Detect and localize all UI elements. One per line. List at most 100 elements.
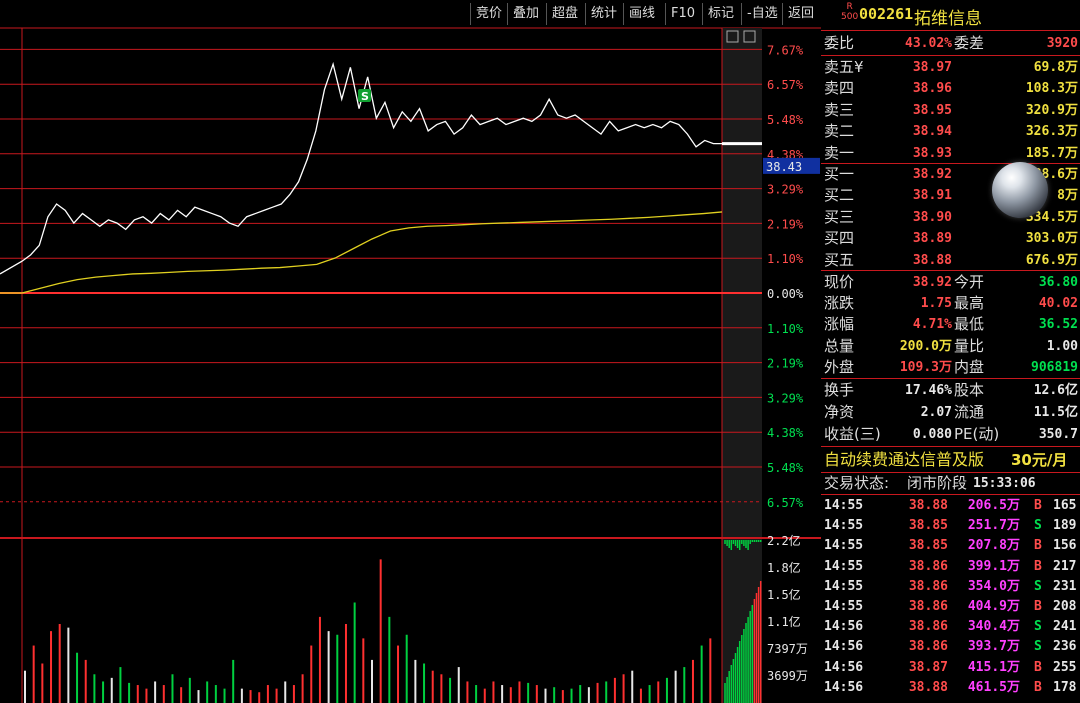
- average-line: [0, 211, 723, 294]
- pct-tick-label: 6.57%: [767, 78, 804, 92]
- tick-row: 14:56 38.86 340.4万 S 241: [821, 617, 1080, 637]
- ask-row[interactable]: 卖四 38.96 108.3万: [821, 78, 1080, 99]
- divider: [821, 378, 1080, 379]
- bid-label: 买四: [824, 229, 855, 248]
- bid-row[interactable]: 买五 38.88 676.9万: [821, 250, 1080, 271]
- quote-row: 涨跌 1.75 最高 40.02: [821, 293, 1080, 314]
- volume-tick-label: 1.5亿: [767, 587, 801, 602]
- promo-text: 自动续费通达信普及版: [824, 450, 985, 469]
- pct-tick-label: 6.57%: [767, 496, 804, 510]
- ask-row[interactable]: 卖五¥ 38.97 69.8万: [821, 57, 1080, 78]
- ask-price: 38.97: [912, 60, 952, 75]
- signal-marker-label: S: [361, 90, 369, 103]
- tick-row: 14:56 38.88 461.5万 B 178: [821, 678, 1080, 698]
- bid-volume: 8万: [1057, 188, 1078, 204]
- toolbar-button-overlay[interactable]: 叠加: [507, 3, 544, 25]
- fundamental-label: PE(动): [954, 425, 1000, 443]
- ask-label: 卖一: [824, 143, 855, 162]
- bid-label: 买五: [824, 250, 855, 269]
- stock-name: 拓维信息: [914, 9, 982, 29]
- pct-tick-label: 5.48%: [767, 461, 804, 475]
- pct-tick-label: 4.38%: [767, 426, 804, 440]
- tick-side: S: [1034, 639, 1042, 655]
- tick-row: 14:55 38.86 354.0万 S 231: [821, 577, 1080, 597]
- bid-row[interactable]: 买三 38.90 334.5万: [821, 207, 1080, 228]
- tick-count: 217: [1053, 558, 1077, 574]
- tick-side: S: [1034, 578, 1042, 594]
- tick-price: 38.88: [908, 679, 948, 695]
- pct-tick-label: 2.19%: [767, 357, 804, 371]
- ask-volume: 108.3万: [1025, 81, 1078, 97]
- pct-zero-label: 0.00%: [767, 287, 804, 301]
- toolbar-button-stats[interactable]: 统计: [585, 3, 622, 25]
- stock-code: 002261: [859, 5, 914, 23]
- divider: [821, 30, 1080, 31]
- ask-price: 38.95: [912, 102, 952, 118]
- intraday-chart[interactable]: 7.67% 6.57% 5.48% 4.38% 3.29% 2.19% 1.10% 0.00%…: [0, 0, 821, 703]
- toolbar-button-draw[interactable]: 画线: [623, 3, 660, 25]
- quote-label: 外盘: [824, 357, 855, 376]
- ask-row[interactable]: 卖二 38.94 326.3万: [821, 121, 1080, 142]
- ask-row[interactable]: 卖三 38.95 320.9万: [821, 100, 1080, 121]
- fundamental-row: 收益(三) 0.080 PE(动) 350.7: [821, 424, 1080, 445]
- order-ratio-value: 43.02%: [905, 36, 952, 51]
- quote-label: 总量: [824, 336, 855, 355]
- volume-tick-label: 2.2亿: [767, 533, 801, 548]
- tick-volume: 393.7万: [967, 639, 1020, 655]
- toolbar-button-watchlist[interactable]: -自选: [741, 3, 783, 25]
- toolbar-button-mark[interactable]: 标记: [702, 3, 739, 25]
- toolbar-button-back[interactable]: 返回: [782, 3, 819, 25]
- tick-time: 14:55: [824, 518, 864, 534]
- tick-row: 14:55 38.85 207.8万 B 156: [821, 536, 1080, 556]
- toolbar-button-superdisk[interactable]: 超盘: [546, 3, 583, 25]
- bid-row[interactable]: 买四 38.89 303.0万: [821, 228, 1080, 249]
- quote-label: 最高: [954, 294, 985, 313]
- tick-count: 231: [1053, 578, 1077, 594]
- tick-volume: 461.5万: [967, 679, 1020, 695]
- ask-label: 卖三: [824, 100, 855, 119]
- tick-side: B: [1034, 679, 1042, 695]
- bid-price: 38.89: [912, 231, 952, 247]
- bid-volume: 676.9万: [1025, 252, 1078, 268]
- quote-value: 40.02: [1038, 296, 1078, 312]
- bid-price: 38.92: [912, 167, 952, 182]
- quote-value: 1.75: [920, 296, 952, 312]
- tick-price: 38.86: [908, 639, 948, 655]
- pct-tick-label: 7.67%: [767, 43, 804, 57]
- quote-row: 外盘 109.3万 内盘 906819: [821, 357, 1080, 378]
- quote-value: 36.80: [1038, 275, 1078, 290]
- pct-tick-label: 5.48%: [767, 113, 804, 127]
- trade-status-value: 闭市阶段: [907, 474, 968, 492]
- quote-label: 最低: [954, 315, 985, 334]
- trade-status-label: 交易状态:: [824, 474, 890, 492]
- tick-price: 38.86: [908, 599, 948, 614]
- ask-volume: 185.7万: [1025, 145, 1078, 161]
- fundamental-label: 流通: [954, 403, 985, 421]
- tick-side: B: [1034, 538, 1042, 554]
- bid-volume: 303.0万: [1025, 231, 1078, 247]
- divider: [821, 494, 1080, 495]
- volume-tick-label: 3699万: [767, 669, 808, 683]
- tick-count: 165: [1053, 498, 1077, 513]
- trade-status-time: 15:33:06: [973, 476, 1036, 491]
- quote-value: 4.71%: [912, 317, 952, 333]
- tick-side: B: [1034, 558, 1042, 574]
- fundamental-row: 换手 17.46% 股本 12.6亿: [821, 380, 1080, 401]
- tick-count: 156: [1053, 538, 1077, 554]
- ask-row[interactable]: 卖一 38.93 185.7万: [821, 143, 1080, 164]
- ask-volume: 69.8万: [1033, 60, 1078, 75]
- toolbar-button-f10[interactable]: F10: [665, 3, 700, 25]
- chart-toolbar: 竞价 叠加 超盘 统计 画线 F10 标记 -自选 返回: [0, 0, 820, 28]
- toolbar-button-auction[interactable]: 竞价: [470, 3, 507, 25]
- tick-count: 208: [1053, 599, 1077, 614]
- tick-count: 255: [1053, 659, 1077, 675]
- volume-tick-label: 1.8亿: [767, 560, 801, 575]
- fundamental-value: 17.46%: [905, 383, 952, 398]
- quote-row: 现价 38.92 今开 36.80: [821, 272, 1080, 293]
- fundamental-value: 350.7: [1038, 427, 1078, 442]
- tick-time: 14:55: [824, 599, 864, 614]
- bid-price: 38.88: [912, 252, 952, 268]
- promo-banner[interactable]: 自动续费通达信普及版 30元/月: [821, 448, 1080, 472]
- tick-price: 38.86: [908, 619, 948, 635]
- floating-ball-widget[interactable]: [992, 162, 1048, 218]
